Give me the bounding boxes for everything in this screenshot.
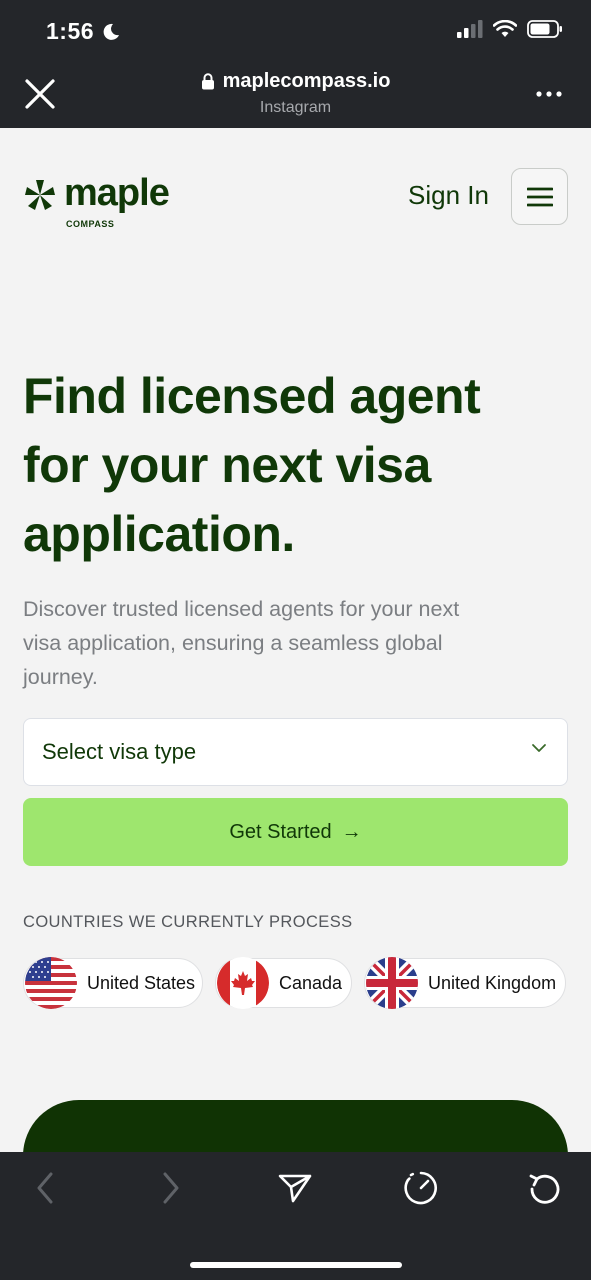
country-chip-united-kingdom[interactable]: United Kingdom xyxy=(364,956,566,1009)
chevron-down-icon xyxy=(532,744,546,752)
country-chip-canada[interactable]: Canada xyxy=(215,956,352,1009)
hero-title: Find licensed agent for your next visa a… xyxy=(23,368,481,562)
reload-button[interactable] xyxy=(521,1166,569,1210)
status-bar: 1:56 xyxy=(0,0,591,62)
status-time-text: 1:56 xyxy=(46,18,95,44)
status-time: 1:56 xyxy=(46,18,120,45)
hamburger-menu-button[interactable] xyxy=(511,168,568,225)
reload-icon xyxy=(529,1174,560,1204)
gauge-icon xyxy=(404,1171,437,1205)
logo[interactable]: maple COMPASS xyxy=(22,174,170,229)
logo-subtext: COMPASS xyxy=(66,219,115,229)
wifi-icon xyxy=(493,20,517,37)
visa-type-select[interactable]: Select visa type xyxy=(23,718,568,786)
arrow-right-icon: → xyxy=(341,820,362,843)
canada-flag-icon xyxy=(217,956,269,1009)
forward-button[interactable] xyxy=(147,1166,195,1210)
get-started-label: Get Started xyxy=(229,820,332,843)
status-icons xyxy=(457,20,563,38)
logo-wordmark: maple COMPASS xyxy=(64,174,170,229)
moon-icon xyxy=(103,23,120,40)
more-options-icon[interactable] xyxy=(535,82,563,106)
country-name: United States xyxy=(87,972,196,993)
get-started-button[interactable]: Get Started → xyxy=(23,798,568,866)
uk-flag-icon xyxy=(366,956,418,1009)
country-chip-united-states[interactable]: United States xyxy=(23,956,203,1009)
cellular-signal-icon xyxy=(457,20,483,38)
maple-leaf-logo-icon xyxy=(25,180,55,210)
chevron-left-icon xyxy=(37,1172,53,1204)
hamburger-icon xyxy=(526,187,553,206)
visa-type-placeholder: Select visa type xyxy=(42,739,197,764)
dark-feature-section xyxy=(23,1100,568,1152)
battery-icon xyxy=(527,20,562,38)
countries-heading: COUNTRIES WE CURRENTLY PROCESS xyxy=(23,913,353,931)
chevron-right-icon xyxy=(163,1172,179,1204)
browser-toolbar xyxy=(0,1152,591,1280)
url-source: Instagram xyxy=(259,99,332,116)
web-page: maple COMPASS Sign In Find licensed agen… xyxy=(0,128,591,1152)
country-name: United Kingdom xyxy=(428,972,557,993)
back-button[interactable] xyxy=(21,1166,69,1210)
url-area[interactable]: maplecompass.io Instagram xyxy=(0,70,591,117)
home-indicator[interactable] xyxy=(190,1262,402,1268)
share-button[interactable] xyxy=(271,1166,319,1210)
hero-subtitle: Discover trusted licensed agents for you… xyxy=(23,597,460,689)
lock-icon xyxy=(201,73,214,90)
paper-plane-icon xyxy=(278,1174,312,1203)
sign-in-link[interactable]: Sign In xyxy=(408,180,489,211)
url-text: maplecompass.io xyxy=(222,70,391,92)
country-name: Canada xyxy=(279,972,343,993)
browser-bar: maplecompass.io Instagram xyxy=(0,62,591,128)
us-flag-icon xyxy=(25,956,77,1009)
speed-button[interactable] xyxy=(397,1166,445,1210)
